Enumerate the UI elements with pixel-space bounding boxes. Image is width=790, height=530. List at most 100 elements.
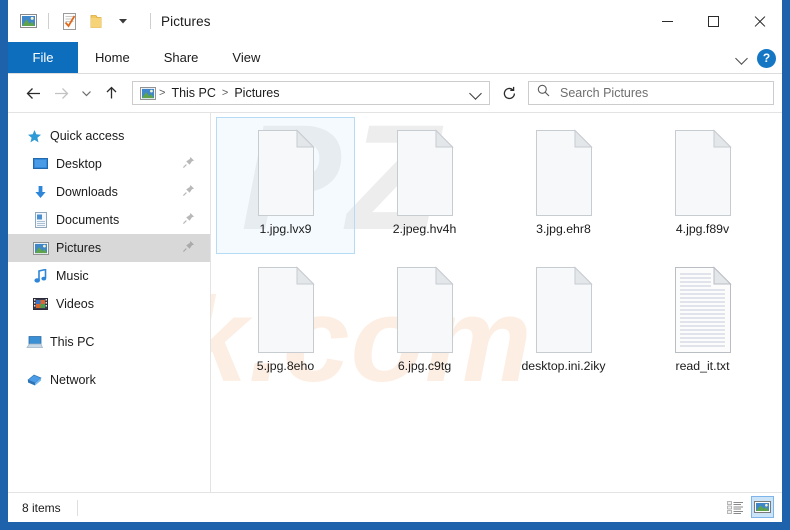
address-bar: > This PC > Pictures Search Pictures <box>8 74 782 112</box>
star-icon <box>26 128 43 145</box>
properties-icon[interactable] <box>59 11 79 31</box>
file-name: 5.jpg.8eho <box>256 359 315 373</box>
sidebar-item-desktop[interactable]: Desktop <box>8 150 210 178</box>
breadcrumb-item-this-pc[interactable]: This PC <box>166 84 220 102</box>
pin-icon[interactable] <box>182 240 196 254</box>
status-divider <box>76 499 78 516</box>
breadcrumb-separator-2: > <box>221 87 229 99</box>
search-input[interactable]: Search Pictures <box>528 81 774 105</box>
customize-chevron-icon[interactable] <box>113 11 133 31</box>
sidebar-item-downloads[interactable]: Downloads <box>8 178 210 206</box>
item-count: 8 items <box>22 500 61 515</box>
minimize-button[interactable] <box>644 0 690 42</box>
back-button[interactable] <box>20 80 46 106</box>
qat-separator-1 <box>48 13 49 29</box>
file-item[interactable]: 4.jpg.f89v <box>633 117 772 254</box>
forward-button[interactable] <box>48 80 74 106</box>
breadcrumb-separator-1: > <box>159 87 166 99</box>
sidebar-item-network[interactable]: Network <box>8 366 210 394</box>
sidebar-item-documents[interactable]: Documents <box>8 206 210 234</box>
window-controls <box>644 0 782 42</box>
pictures-icon <box>32 240 49 257</box>
close-button[interactable] <box>736 0 782 42</box>
blank-file-icon <box>250 128 322 218</box>
documents-icon <box>32 212 49 229</box>
file-grid: 1.jpg.lvx9 2.jpeg.hv4h 3.jpg.ehr8 4.jpg.… <box>211 113 782 391</box>
videos-icon <box>32 296 49 313</box>
breadcrumb-item-pictures[interactable]: Pictures <box>229 84 284 102</box>
file-item[interactable]: 6.jpg.c9tg <box>355 254 494 391</box>
navigation-pane: Quick access Desktop Downloads Documents… <box>8 113 211 492</box>
breadcrumb-dropdown-icon[interactable] <box>469 86 483 100</box>
music-icon <box>32 268 49 285</box>
sidebar-item-quick-access[interactable]: Quick access <box>8 122 210 150</box>
file-item[interactable]: read_it.txt <box>633 254 772 391</box>
recent-locations-chevron-icon[interactable] <box>76 80 96 106</box>
blank-file-icon <box>528 265 600 355</box>
blank-file-icon <box>528 128 600 218</box>
file-name: 6.jpg.c9tg <box>397 359 452 373</box>
file-item[interactable]: 5.jpg.8eho <box>216 254 355 391</box>
file-name: 1.jpg.lvx9 <box>259 222 312 236</box>
file-item[interactable]: desktop.ini.2iky <box>494 254 633 391</box>
sidebar-item-music[interactable]: Music <box>8 262 210 290</box>
sidebar-item-label: Network <box>50 373 96 387</box>
pictures-folder-icon[interactable] <box>18 11 38 31</box>
maximize-button[interactable] <box>690 0 736 42</box>
this-pc-icon <box>26 334 43 351</box>
text-file-icon <box>667 265 739 355</box>
large-icons-view-button[interactable] <box>751 496 774 518</box>
sidebar-item-this-pc[interactable]: This PC <box>8 328 210 356</box>
desktop-bottom-strip <box>0 522 790 530</box>
sidebar-item-label: Pictures <box>56 241 102 255</box>
tab-share[interactable]: Share <box>147 42 216 73</box>
title-bar: Pictures <box>8 0 782 42</box>
window-title: Pictures <box>161 13 211 29</box>
sidebar-item-label: This PC <box>50 335 95 349</box>
tab-file[interactable]: File <box>8 42 78 73</box>
blank-file-icon <box>667 128 739 218</box>
sidebar-item-label: Quick access <box>50 129 125 143</box>
sidebar-item-label: Documents <box>56 213 120 227</box>
desktop-icon <box>32 156 49 173</box>
file-item[interactable]: 1.jpg.lvx9 <box>216 117 355 254</box>
quick-access-toolbar <box>8 11 151 31</box>
sidebar-item-pictures[interactable]: Pictures <box>8 234 210 262</box>
breadcrumb-pictures-icon[interactable] <box>138 83 158 103</box>
file-item[interactable]: 2.jpeg.hv4h <box>355 117 494 254</box>
details-view-button[interactable] <box>724 496 747 518</box>
sidebar-item-label: Desktop <box>56 157 102 171</box>
pin-icon[interactable] <box>182 184 196 198</box>
file-name: desktop.ini.2iky <box>521 359 606 373</box>
pin-icon[interactable] <box>182 156 196 170</box>
blank-file-icon <box>389 128 461 218</box>
file-name: 3.jpg.ehr8 <box>536 222 591 236</box>
tab-view[interactable]: View <box>215 42 277 73</box>
pin-icon[interactable] <box>182 212 196 226</box>
file-name: 4.jpg.f89v <box>675 222 730 236</box>
up-button[interactable] <box>98 80 124 106</box>
file-item[interactable]: 3.jpg.ehr8 <box>494 117 633 254</box>
search-icon <box>537 84 550 102</box>
breadcrumb[interactable]: > This PC > Pictures <box>132 81 490 105</box>
file-list-pane[interactable]: PZ risk.com 1.jpg.lvx9 <box>211 113 782 492</box>
blank-file-icon <box>389 265 461 355</box>
sidebar-item-videos[interactable]: Videos <box>8 290 210 318</box>
new-folder-icon[interactable] <box>86 11 106 31</box>
file-name: 2.jpeg.hv4h <box>392 222 457 236</box>
file-explorer-window: Pictures File Home Share View ? > This P… <box>8 0 782 522</box>
tab-home[interactable]: Home <box>78 42 147 73</box>
window-body: Quick access Desktop Downloads Documents… <box>8 112 782 492</box>
network-icon <box>26 372 43 389</box>
refresh-button[interactable] <box>496 80 522 106</box>
sidebar-item-label: Videos <box>56 297 94 311</box>
ribbon-right-controls: ? <box>735 42 776 74</box>
expand-ribbon-chevron-icon[interactable] <box>735 51 749 65</box>
desktop-background: Pictures File Home Share View ? > This P… <box>0 0 790 530</box>
view-mode-buttons <box>724 496 774 518</box>
help-icon[interactable]: ? <box>757 48 776 68</box>
ribbon-tabs: File Home Share View ? <box>8 42 782 74</box>
downloads-icon <box>32 184 49 201</box>
sidebar-item-label: Music <box>56 269 89 283</box>
